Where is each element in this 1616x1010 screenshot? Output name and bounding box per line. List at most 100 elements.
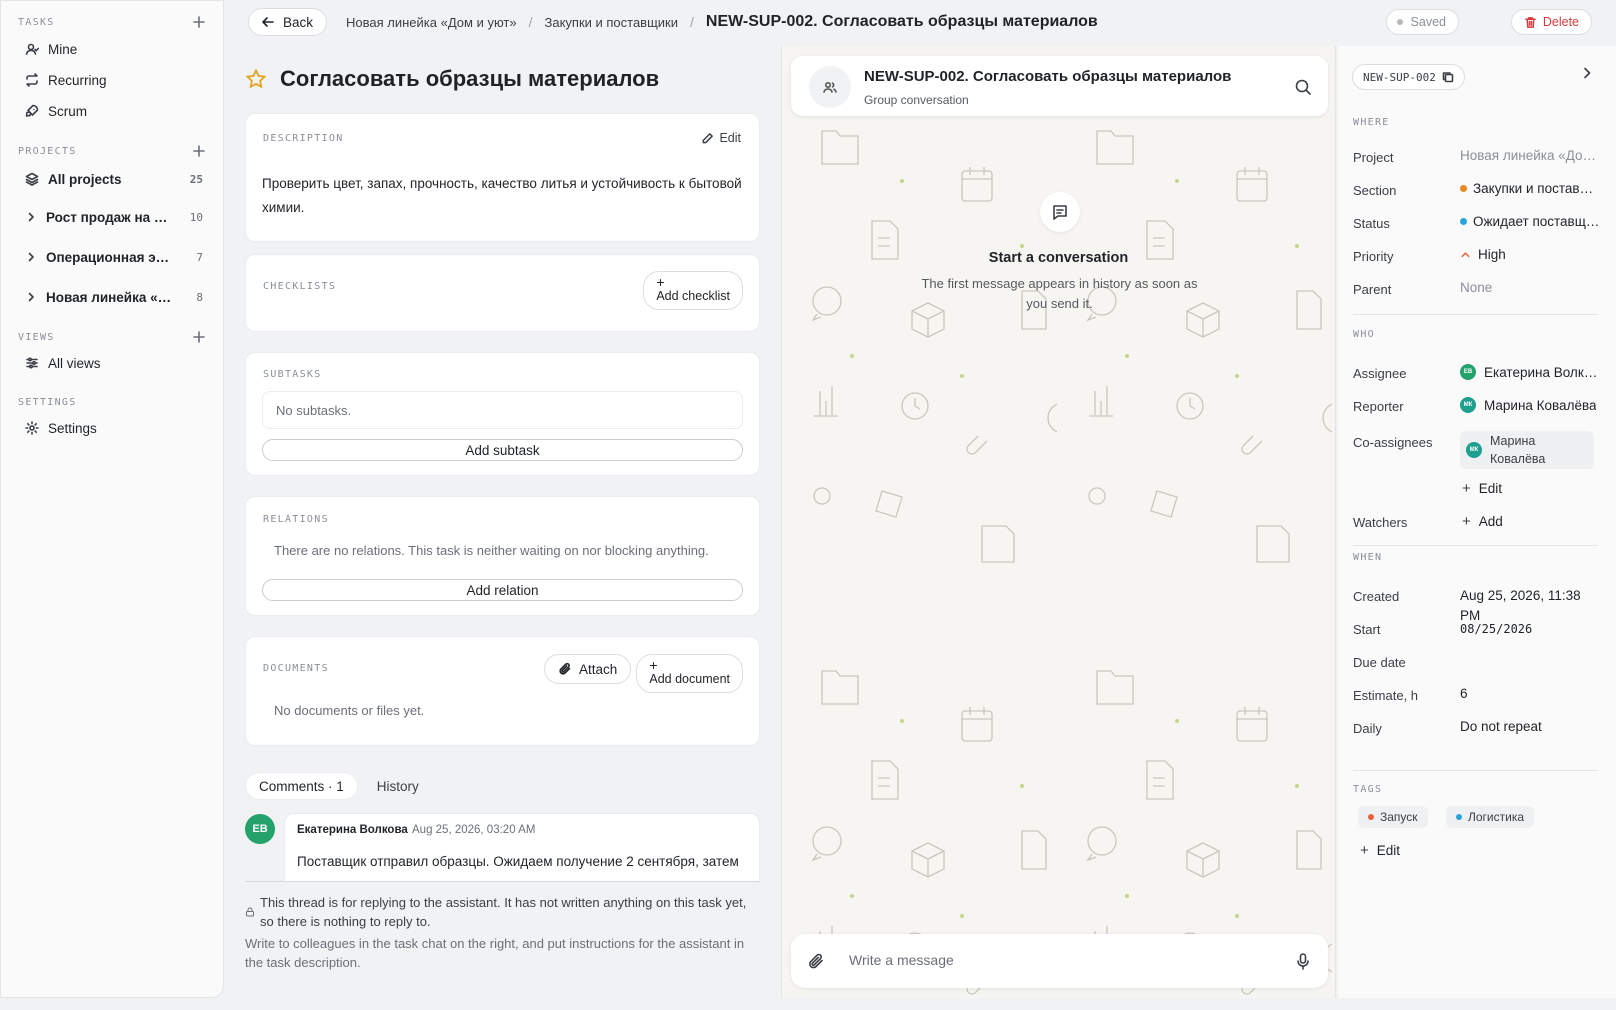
lock-icon [246,907,254,917]
sidebar-item-all-views[interactable]: All views [17,348,207,378]
project-value[interactable]: Новая линейка «Дом и уют» [1460,148,1600,163]
priority-value[interactable]: High [1460,247,1600,262]
breadcrumb-section[interactable]: Закупки и поставщики [544,15,678,30]
chat-subtitle: Group conversation [864,93,969,107]
chevron-right-icon[interactable] [1580,66,1594,80]
star-icon[interactable] [245,68,267,90]
edit-label: Edit [719,131,741,145]
paperclip-icon[interactable] [807,952,825,970]
sidebar-item-scrum[interactable]: Scrum [17,96,207,126]
start-text: 08/25/2026 [1460,622,1533,636]
project-text: Новая линейка «Дом и уют» [1460,148,1600,163]
edit-label: Edit [1478,481,1503,496]
message-composer[interactable]: Write a message [791,934,1328,988]
sidebar-item-settings[interactable]: Settings [17,413,207,443]
project-count: 8 [196,290,203,304]
project-count: 7 [196,250,203,264]
sidebar-item-all-projects[interactable]: All projects 25 [17,164,207,194]
tag-chip[interactable]: Логистика [1446,806,1535,828]
chevron-right-icon[interactable] [25,251,37,263]
assignee-value[interactable]: ЕВ Екатерина Волкова [1460,364,1600,380]
estimate-value[interactable]: 6 [1460,686,1600,701]
add-project-icon[interactable] [192,144,206,158]
description-text[interactable]: Проверить цвет, запах, прочность, качест… [262,172,745,220]
breadcrumb-separator: / [690,14,694,30]
search-icon[interactable] [1294,78,1312,96]
add-checklist-button[interactable]: + Add checklist [643,271,743,310]
edit-tags-button[interactable]: + Edit [1360,842,1400,859]
message-input[interactable]: Write a message [849,952,954,968]
tag-chip[interactable]: Запуск [1358,806,1428,828]
sidebar-project-item[interactable]: Новая линейка «Дом и уют» 8 [17,282,207,312]
projects-header-label: PROJECTS [18,145,77,157]
add-relation-button[interactable]: Add relation [262,579,743,601]
start-label: Start [1353,622,1381,637]
sidebar-project-item[interactable]: Рост продаж на маркетплейсах 10 [17,202,207,232]
pencil-icon [703,132,714,143]
saved-status-badge: Saved [1385,9,1459,35]
reporter-label: Reporter [1353,399,1404,414]
avatar: ЕВ [1460,364,1476,380]
attach-button[interactable]: Attach [544,654,632,684]
coassignee-chip[interactable]: МК Марина Ковалёва [1460,431,1594,469]
parent-text: None [1460,280,1493,295]
plus-icon: + [1462,513,1471,530]
created-label: Created [1353,589,1400,604]
divider [1353,770,1598,771]
section-value[interactable]: Закупки и поставщики [1460,181,1600,196]
microphone-icon[interactable] [1294,952,1312,970]
due-date-value[interactable] [1460,653,1600,671]
users-icon [823,81,837,93]
estimate-label: Estimate, h [1353,688,1419,703]
add-watcher-button[interactable]: + Add [1462,513,1503,530]
chat-empty-icon [1040,192,1080,232]
coassignee-first-name: Марина [1490,434,1536,448]
tags-header: TAGS [1353,784,1383,795]
chevron-right-icon[interactable] [25,291,37,303]
assistant-hint-text: Write to colleagues in the task chat on … [245,936,745,970]
breadcrumb-project[interactable]: Новая линейка «Дом и уют» [346,15,517,30]
status-label: Status [1353,216,1390,231]
add-task-icon[interactable] [192,15,206,29]
arrow-left-icon [262,17,274,27]
watchers-label: Watchers [1353,515,1408,530]
avatar: МК [1466,442,1482,458]
created-value: Aug 25, 2026, 11:38 PM [1460,588,1581,623]
status-value[interactable]: Ожидает поставщика [1460,214,1600,229]
add-view-icon[interactable] [192,330,206,344]
trash-icon [1524,16,1536,28]
start-value[interactable]: 08/25/2026 [1460,622,1600,636]
comment-text: Поставщик отправил образцы. Ожидаем полу… [297,854,739,881]
tag-label: Логистика [1468,810,1525,824]
edit-description-button[interactable]: Edit [701,131,741,145]
assistant-note: This thread is for replying to the assis… [245,893,760,972]
priority-label: Priority [1353,249,1394,264]
back-button[interactable]: Back [248,8,328,36]
sidebar-project-item[interactable]: Операционная эффективность 7 [17,242,207,272]
add-subtask-button[interactable]: Add subtask [262,439,743,461]
chevron-right-icon[interactable] [25,211,37,223]
task-key-badge[interactable]: NEW-SUP-002 [1352,64,1465,90]
chevron-up-icon [1461,252,1470,258]
page-title: Согласовать образцы материалов [245,66,659,92]
activity-tabs: Comments · 1 History [245,771,432,801]
copy-icon[interactable] [1442,71,1454,83]
assignee-text: Екатерина Волкова [1484,364,1600,380]
repeat-icon [26,73,38,87]
repeat-value[interactable]: Do not repeat [1460,719,1600,734]
sidebar-item-mine[interactable]: Mine [17,34,207,64]
parent-value[interactable]: None [1460,280,1600,295]
sidebar-item-label: All projects [48,171,122,187]
sidebar-item-label: Scrum [48,103,88,119]
sidebar-item-recurring[interactable]: Recurring [17,65,207,95]
tab-history[interactable]: History [364,772,432,800]
priority-text: High [1478,247,1506,262]
tab-comments[interactable]: Comments · 1 [245,772,358,800]
tag-dot [1456,814,1462,820]
gear-icon [25,421,39,435]
add-document-button[interactable]: + Add document [636,654,743,693]
delete-button[interactable]: Delete [1510,9,1592,35]
reporter-value[interactable]: МК Марина Ковалёва [1460,397,1600,413]
message-icon [1053,205,1067,220]
edit-coassignees-button[interactable]: + Edit [1462,480,1502,497]
